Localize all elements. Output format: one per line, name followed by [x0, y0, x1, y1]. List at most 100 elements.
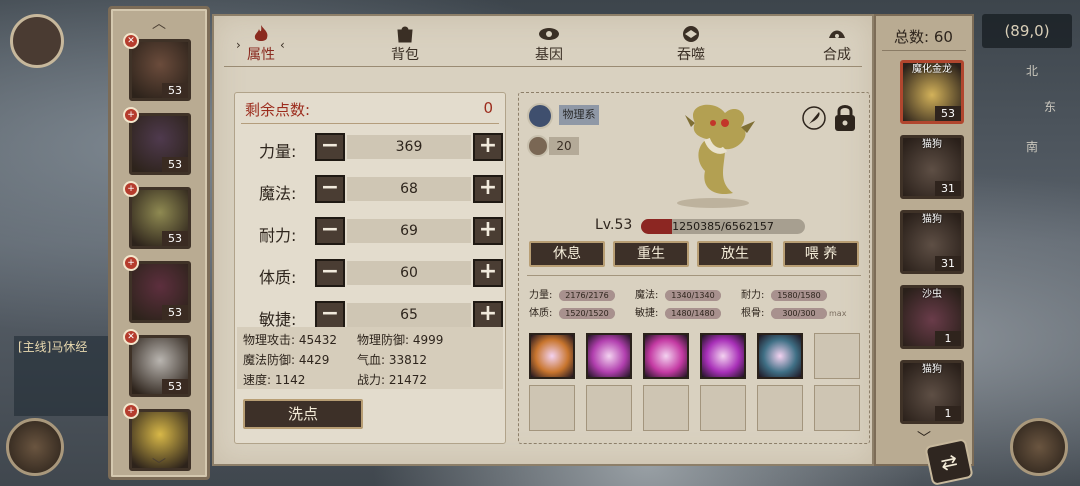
lightning-slash-icon[interactable] — [700, 333, 746, 379]
empty-skill-slot — [814, 385, 860, 431]
aptitude-max-label: max — [829, 309, 847, 318]
pet-level-badge: 31 — [935, 181, 961, 196]
paw-icon — [527, 135, 549, 157]
type-list-icon[interactable] — [527, 103, 553, 129]
owned-pet-card[interactable]: 猫狗 31 — [900, 135, 964, 199]
stat-row-constitution: 体质: − 60 + — [235, 259, 505, 289]
quest-tracker[interactable]: [主线]马休经 — [14, 336, 114, 416]
remove-badge-icon[interactable]: ✕ — [123, 33, 139, 49]
physical-attack: 物理攻击: 45432 — [243, 333, 338, 347]
increase-strength-button[interactable]: + — [473, 133, 503, 161]
pet-level-badge: 53 — [162, 157, 188, 172]
remaining-points-value: 0 — [483, 99, 493, 117]
pet-level-badge: 53 — [162, 305, 188, 320]
aptitude-value: 1480/1480 — [671, 308, 715, 318]
tab-synthesis[interactable]: 合成 — [802, 24, 872, 66]
tab-bag[interactable]: 背包 — [370, 24, 440, 66]
scroll-down-icon[interactable]: ﹀ — [111, 455, 207, 475]
divider — [241, 123, 499, 124]
aptitude-bar: 300/300 — [771, 307, 827, 319]
empty-skill-slot — [529, 385, 575, 431]
lock-icon[interactable] — [831, 103, 859, 133]
tab-devour-label: 吞噬 — [677, 47, 705, 63]
tab-devour[interactable]: 吞噬 — [656, 24, 726, 66]
remove-badge-icon[interactable]: ✕ — [123, 329, 139, 345]
derived-stats: 物理攻击: 45432 物理防御: 4999 魔法防御: 4429 气血: 33… — [237, 327, 503, 389]
wind-burst-icon[interactable] — [529, 333, 575, 379]
compass-north: 北 — [1026, 64, 1039, 78]
stat-label: 魔法: — [259, 184, 297, 203]
decrease-magic-button[interactable]: − — [315, 175, 345, 203]
pet-level-badge: 53 — [162, 83, 188, 98]
team-pet-card[interactable]: 53 — [129, 261, 191, 323]
pet-level-badge: 53 — [162, 231, 188, 246]
tab-gene-label: 基因 — [535, 47, 563, 63]
stat-value: 369 — [347, 135, 471, 159]
increase-agility-button[interactable]: + — [473, 301, 503, 329]
increase-endurance-button[interactable]: + — [473, 217, 503, 245]
bottom-right-menu-button[interactable] — [1010, 418, 1068, 476]
tab-divider — [224, 66, 862, 67]
tab-gene[interactable]: 基因 — [514, 24, 584, 66]
decrease-constitution-button[interactable]: − — [315, 259, 345, 287]
increase-constitution-button[interactable]: + — [473, 259, 503, 287]
speed: 速度: 1142 — [243, 373, 306, 387]
rest-button[interactable]: 休息 — [529, 241, 605, 267]
team-pet-list: ︿ ✕ 53 +53 +53 +53 ✕ 53 + ﹀ — [108, 6, 210, 480]
pet-name: 魔化金龙 — [912, 64, 952, 75]
add-badge-icon[interactable]: + — [123, 181, 139, 197]
swap-arrows-icon[interactable]: ⇄ — [924, 438, 974, 486]
rebirth-button[interactable]: 重生 — [613, 241, 689, 267]
owned-pet-card[interactable]: 猫狗 1 — [900, 360, 964, 424]
stat-label: 耐力: — [259, 226, 297, 245]
team-pet-card[interactable]: 53 — [129, 335, 191, 397]
pet-level-badge: 1 — [935, 406, 961, 421]
increase-magic-button[interactable]: + — [473, 175, 503, 203]
reset-points-button[interactable]: 洗点 — [243, 399, 363, 429]
player-avatar[interactable] — [10, 14, 64, 68]
owned-pet-card[interactable]: 沙虫 1 — [900, 285, 964, 349]
aptitude-bar: 1580/1580 — [771, 289, 827, 301]
add-badge-icon[interactable]: + — [123, 255, 139, 271]
tab-attributes[interactable]: 属性 — [226, 24, 296, 66]
tab-bar: › 属性 ‹ 背包 基因 吞噬 合成 — [214, 16, 872, 66]
scroll-up-icon[interactable]: ︿ — [111, 13, 207, 33]
quest-text: [主线]马休经 — [18, 340, 88, 354]
add-badge-icon[interactable]: + — [123, 403, 139, 419]
aptitude-bar: 2176/2176 — [559, 289, 615, 301]
decrease-agility-button[interactable]: − — [315, 301, 345, 329]
total-pets-count: 总数: 60 — [894, 28, 953, 46]
stat-row-magic: 魔法: − 68 + — [235, 175, 505, 205]
decrease-endurance-button[interactable]: − — [315, 217, 345, 245]
owned-pet-card[interactable]: 猫狗 31 — [900, 210, 964, 274]
aptitude-value: 1580/1580 — [777, 290, 821, 300]
aptitude-value: 1520/1520 — [565, 308, 609, 318]
decrease-strength-button[interactable]: − — [315, 133, 345, 161]
empty-skill-slot — [757, 385, 803, 431]
pet-name: 沙虫 — [922, 289, 942, 300]
aptitude-item: 敏捷: 1480/1480 — [635, 307, 721, 321]
stat-value: 65 — [347, 303, 471, 327]
pet-name: 猫狗 — [922, 139, 942, 150]
aptitude-label: 魔法: — [635, 290, 659, 301]
stat-label: 力量: — [259, 142, 297, 161]
team-pet-card[interactable]: 53 — [129, 39, 191, 101]
slash-icon[interactable] — [586, 333, 632, 379]
release-button[interactable]: 放生 — [697, 241, 773, 267]
team-pet-card[interactable]: 53 — [129, 187, 191, 249]
pet-name: 猫狗 — [922, 214, 942, 225]
rename-feather-icon[interactable] — [801, 105, 827, 131]
pet-level-badge: 53 — [162, 379, 188, 394]
ice-shard-icon[interactable] — [757, 333, 803, 379]
empty-skill-slot — [814, 333, 860, 379]
add-badge-icon[interactable]: + — [123, 107, 139, 123]
vortex-icon[interactable] — [643, 333, 689, 379]
owned-pet-card[interactable]: 魔化金龙 53 — [900, 60, 964, 124]
aptitude-item: 魔法: 1340/1340 — [635, 289, 721, 303]
divider — [527, 275, 861, 276]
feed-button[interactable]: 喂 养 — [783, 241, 859, 267]
pet-level-badge: 1 — [935, 331, 961, 346]
team-pet-card[interactable]: 53 — [129, 113, 191, 175]
bottom-left-menu-button[interactable] — [6, 418, 64, 476]
tab-right-chevron-icon: ‹ — [280, 38, 285, 52]
